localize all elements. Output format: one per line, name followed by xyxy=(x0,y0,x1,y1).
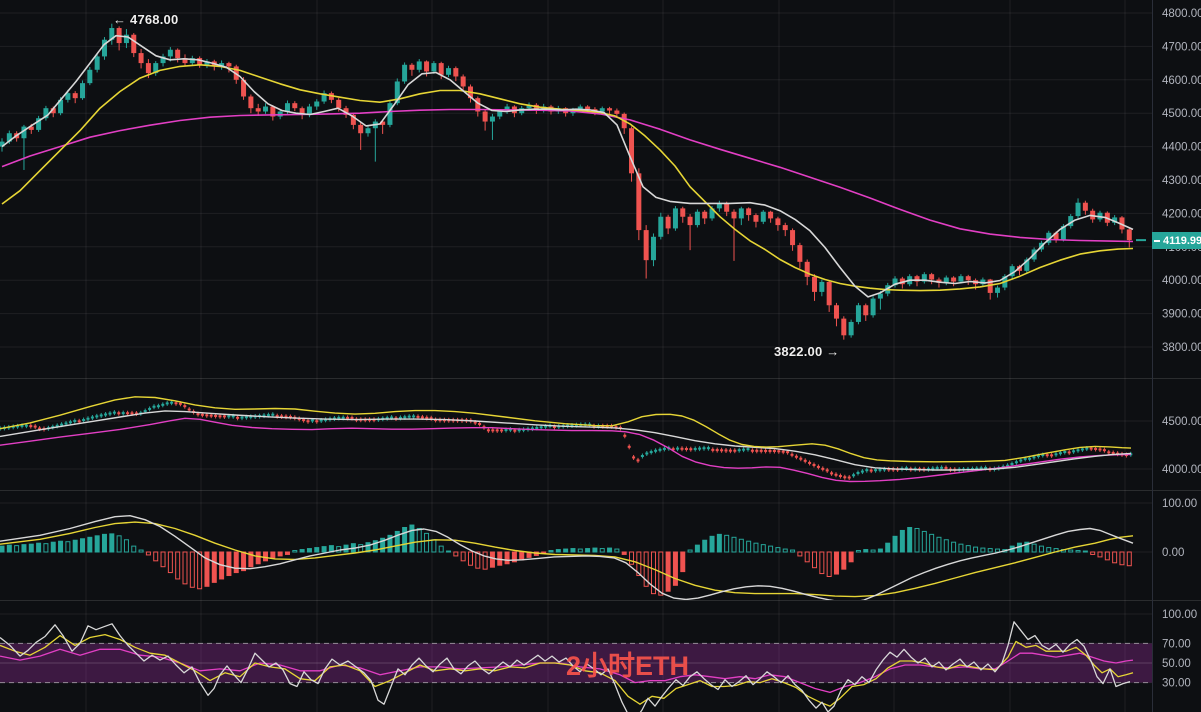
main-axis-label: 4500.00 xyxy=(1162,108,1201,120)
macd-axis-label: 100.00 xyxy=(1162,498,1197,510)
price-chart-canvas[interactable]: 4800.00 4700.00 4600.00 4500.00 4400.00 4300.… xyxy=(0,0,1201,712)
main-axis-label: 3900.00 xyxy=(1162,309,1201,321)
main-axis-label: 4400.00 xyxy=(1162,142,1201,154)
main-axis-label: 4600.00 xyxy=(1162,75,1201,87)
last-price-badge: 4119.99 xyxy=(1152,232,1201,249)
kdj-axis-label: 100.00 xyxy=(1162,609,1197,621)
watermark-label: 2小时ETH xyxy=(566,644,689,683)
main-axis-label: 4200.00 xyxy=(1162,208,1201,220)
macd-axis-label: 0.00 xyxy=(1162,547,1184,559)
main-axis-label: 4800.00 xyxy=(1162,8,1201,20)
low-price-annotation: 3822.00 → xyxy=(774,344,839,359)
last-price-value: 4119.99 xyxy=(1163,235,1201,247)
high-price-annotation: ← 4768.00 xyxy=(113,12,178,27)
kdj-axis-label: 50.00 xyxy=(1162,658,1191,670)
main-axis-label: 4000.00 xyxy=(1162,275,1201,287)
secondary-axis-label: 4500.00 xyxy=(1162,416,1201,428)
price-tick-dash xyxy=(1154,240,1160,242)
main-axis-label: 4300.00 xyxy=(1162,175,1201,187)
trading-chart-root: 4800.00 4700.00 4600.00 4500.00 4400.00 4300.… xyxy=(0,0,1201,712)
secondary-axis-label: 4000.00 xyxy=(1162,464,1201,476)
main-axis-label: 3800.00 xyxy=(1162,342,1201,354)
kdj-axis-label: 70.00 xyxy=(1162,638,1191,650)
main-axis-label: 4700.00 xyxy=(1162,41,1201,53)
kdj-axis-label: 30.00 xyxy=(1162,678,1191,690)
